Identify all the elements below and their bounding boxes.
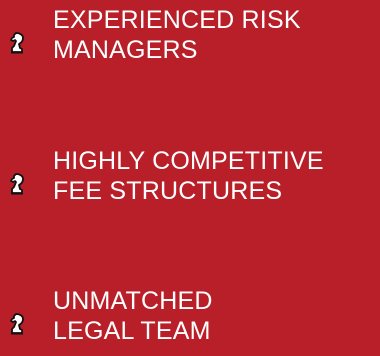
chess-knight-icon bbox=[8, 31, 26, 54]
feature-list: EXPERIENCED RISK MANAGERS HIGHLY COMPETI… bbox=[0, 0, 380, 347]
feature-line-1: EXPERIENCED RISK bbox=[53, 6, 301, 34]
feature-text: HIGHLY COMPETITIVE FEE STRUCTURES bbox=[53, 146, 378, 206]
feature-line-2: LEGAL TEAM bbox=[53, 317, 211, 345]
feature-item-experienced-risk-managers: EXPERIENCED RISK MANAGERS bbox=[0, 5, 380, 75]
feature-item-unmatched-legal-team: UNMATCHED LEGAL TEAM bbox=[0, 286, 380, 356]
feature-text: EXPERIENCED RISK MANAGERS bbox=[53, 5, 378, 65]
feature-item-highly-competitive-fee-structures: HIGHLY COMPETITIVE FEE STRUCTURES bbox=[0, 146, 380, 216]
feature-text: UNMATCHED LEGAL TEAM bbox=[53, 286, 378, 346]
feature-line-2: FEE STRUCTURES bbox=[53, 177, 283, 205]
feature-line-1: HIGHLY COMPETITIVE bbox=[53, 147, 324, 175]
chess-knight-icon bbox=[8, 172, 26, 195]
feature-line-2: MANAGERS bbox=[53, 36, 198, 64]
chess-knight-icon bbox=[8, 312, 26, 335]
feature-line-1: UNMATCHED bbox=[53, 287, 213, 315]
